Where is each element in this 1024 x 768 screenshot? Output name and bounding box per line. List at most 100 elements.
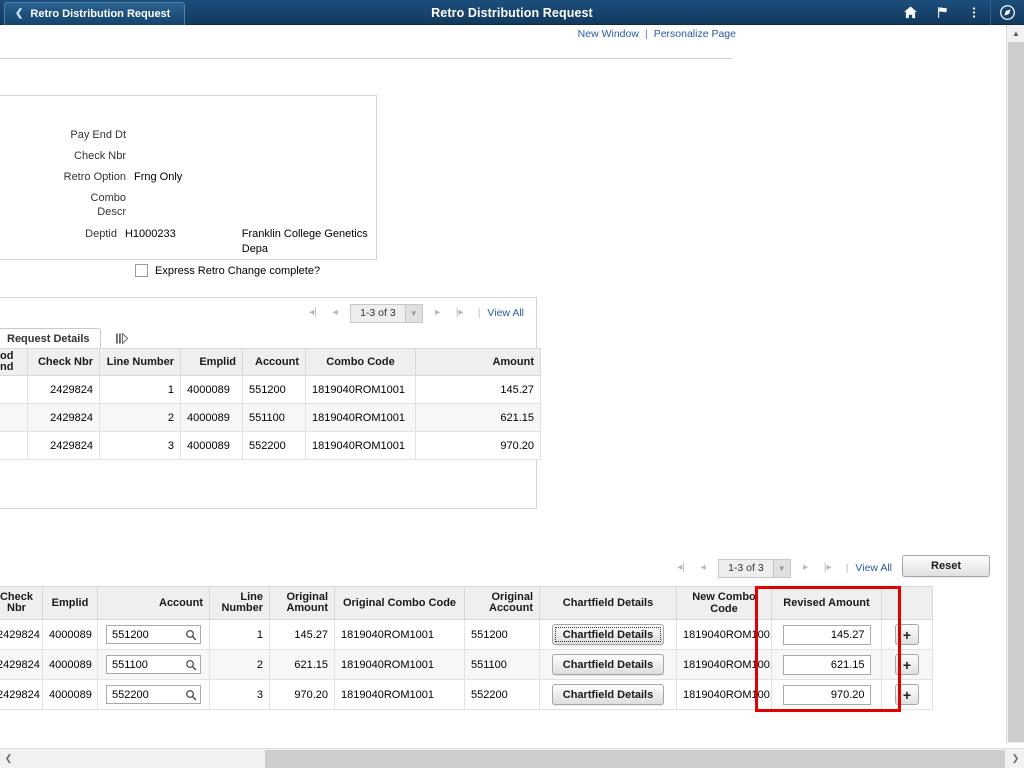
revised-amount-value: 621.15	[830, 658, 865, 671]
previous-page-icon[interactable]: ◂	[692, 563, 714, 573]
app-header-bar: ❮ Retro Distribution Request Retro Distr…	[0, 0, 1024, 25]
next-page-icon[interactable]: ▸	[427, 308, 449, 318]
last-page-icon[interactable]: |▸	[449, 308, 471, 318]
table-header-row: od nd Check Nbr Line Number Emplid Accoun…	[0, 348, 541, 376]
back-breadcrumb-tab[interactable]: ❮ Retro Distribution Request	[4, 2, 186, 25]
field-deptid: Deptid H1000233 Franklin College Genetic…	[0, 227, 378, 257]
cell-check-nbr: 2429824	[27, 375, 100, 404]
revised-amount-input[interactable]: 145.27	[782, 624, 871, 645]
tab-request-details[interactable]: Request Details	[0, 328, 101, 348]
col-line-number: Line Number	[209, 586, 270, 620]
cell-chartfield-details: Chartfield Details	[539, 619, 677, 650]
revised-amount-input[interactable]: 621.15	[782, 654, 871, 675]
cell-amount: 621.15	[415, 403, 541, 432]
next-page-icon[interactable]: ▸	[795, 563, 817, 573]
chartfield-details-button[interactable]: Chartfield Details	[551, 654, 665, 675]
cell-emplid: 4000089	[180, 375, 243, 404]
pager-divider: |	[477, 307, 481, 319]
last-page-icon[interactable]: |▸	[817, 563, 839, 573]
pager-divider: |	[845, 562, 849, 574]
chevron-down-icon[interactable]: ▼	[772, 559, 790, 577]
account-input[interactable]: 551100	[106, 655, 201, 674]
cell-emplid: 4000089	[180, 431, 243, 460]
page-range-selector[interactable]: 1-3 of 3 ▼	[718, 558, 791, 578]
express-retro-change-label: Express Retro Change complete?	[155, 264, 321, 277]
personalize-page-link[interactable]: Personalize Page	[654, 28, 736, 40]
chartfield-details-button[interactable]: Chartfield Details	[551, 624, 665, 645]
flag-icon[interactable]	[926, 0, 958, 25]
request-details-table: od nd Check Nbr Line Number Emplid Accoun…	[0, 348, 541, 460]
home-icon[interactable]	[894, 0, 926, 25]
view-all-link[interactable]: View All	[487, 307, 524, 319]
field-value: H1000233	[124, 228, 176, 240]
view-all-link[interactable]: View All	[855, 562, 892, 574]
add-row-button[interactable]: +	[895, 684, 919, 705]
new-window-link[interactable]: New Window	[578, 28, 639, 40]
express-retro-change-checkbox[interactable]	[135, 264, 148, 277]
cell-line-number: 1	[99, 375, 181, 404]
vertical-scroll-thumb[interactable]	[1008, 42, 1024, 742]
retro-detail-fields: Pay End Dt Check Nbr Retro Option Frng O…	[0, 128, 378, 277]
col-period-end: od nd	[0, 348, 28, 376]
tab-label: Request Details	[7, 332, 90, 345]
first-page-icon[interactable]: ◂|	[670, 563, 692, 573]
cell-original-combo-code: 1819040ROM1001	[334, 649, 465, 680]
magnifier-icon[interactable]	[185, 659, 197, 671]
header-divider	[0, 58, 732, 59]
cell-combo-code: 1819040ROM1001	[305, 431, 416, 460]
previous-page-icon[interactable]: ◂	[324, 308, 346, 318]
back-breadcrumb-label: Retro Distribution Request	[30, 8, 171, 20]
cell-add-row: +	[881, 649, 933, 680]
revised-amount-value: 970.20	[830, 688, 865, 701]
first-page-icon[interactable]: ◂|	[302, 308, 324, 318]
revised-amount-input[interactable]: 970.20	[782, 684, 871, 705]
table-row: 2429824 1 4000089 551200 1819040ROM1001 …	[0, 375, 541, 404]
magnifier-icon[interactable]	[185, 629, 197, 641]
cell-emplid: 4000089	[42, 619, 98, 650]
account-input[interactable]: 551200	[106, 625, 201, 644]
cell-chartfield-details: Chartfield Details	[539, 679, 677, 710]
cell-original-account: 552200	[464, 679, 540, 710]
reset-button[interactable]: Reset	[902, 555, 990, 577]
cell-original-amount: 145.27	[269, 619, 335, 650]
horizontal-scrollbar[interactable]: ❮ ❯	[0, 748, 1024, 768]
cell-revised-amount: 970.20	[771, 679, 882, 710]
page-range-label: 1-3 of 3	[351, 304, 405, 322]
field-label: Combo Descr	[90, 192, 126, 218]
expand-tabs-icon[interactable]	[115, 328, 129, 348]
chartfield-details-button[interactable]: Chartfield Details	[551, 684, 665, 705]
col-account: Account	[242, 348, 306, 376]
col-revised-amount: Revised Amount	[771, 586, 882, 620]
cell-original-combo-code: 1819040ROM1001	[334, 679, 465, 710]
actions-menu-icon[interactable]	[958, 0, 990, 25]
scroll-right-icon[interactable]: ❯	[1007, 749, 1024, 768]
magnifier-icon[interactable]	[185, 689, 197, 701]
add-row-button[interactable]: +	[895, 654, 919, 675]
add-row-button[interactable]: +	[895, 624, 919, 645]
cell-chartfield-details: Chartfield Details	[539, 649, 677, 680]
field-label: Deptid	[85, 228, 117, 240]
field-retro-option: Retro Option Frng Only	[0, 170, 378, 185]
table-header-row: Check Nbr Emplid Account Line Number Origi…	[0, 586, 933, 620]
account-input[interactable]: 552200	[106, 685, 201, 704]
account-input-value: 551100	[112, 658, 148, 671]
page-root: ❮ Retro Distribution Request Retro Distr…	[0, 0, 1024, 768]
chevron-down-icon[interactable]: ▼	[404, 304, 422, 322]
col-original-account: Original Account	[464, 586, 540, 620]
page-range-selector[interactable]: 1-3 of 3 ▼	[350, 303, 423, 323]
col-account: Account	[97, 586, 210, 620]
col-check-nbr: Check Nbr	[0, 586, 43, 620]
col-original-combo-code: Original Combo Code	[334, 586, 465, 620]
scroll-left-icon[interactable]: ❮	[0, 749, 17, 768]
cell-original-amount: 621.15	[269, 649, 335, 680]
scroll-up-icon[interactable]: ▲	[1007, 25, 1024, 42]
table-row: 2429824 2 4000089 551100 1819040ROM1001 …	[0, 403, 541, 432]
horizontal-scroll-thumb[interactable]	[265, 750, 1005, 768]
col-original-amount: Original Amount	[269, 586, 335, 620]
navbar-compass-icon[interactable]	[990, 0, 1024, 25]
express-retro-change-row: Express Retro Change complete?	[135, 264, 378, 277]
vertical-scrollbar[interactable]: ▲	[1006, 25, 1024, 743]
request-details-pager: ◂| ◂ 1-3 of 3 ▼ ▸ |▸ | View All	[0, 298, 536, 328]
field-pay-end-dt: Pay End Dt	[0, 128, 378, 143]
col-combo-code: Combo Code	[305, 348, 416, 376]
